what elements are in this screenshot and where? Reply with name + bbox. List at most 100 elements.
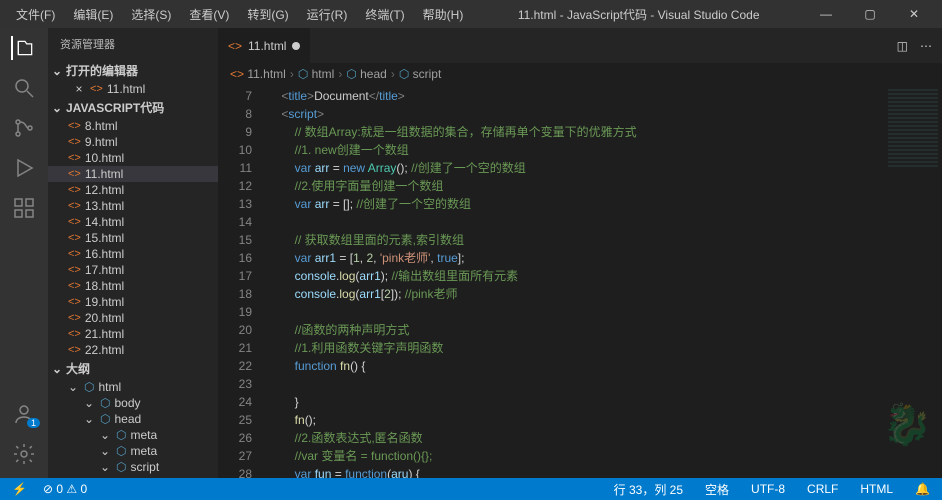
file-item[interactable]: <>17.html: [48, 262, 218, 278]
menu-item[interactable]: 转到(G): [239, 2, 296, 27]
eol-status[interactable]: CRLF: [803, 482, 842, 496]
cursor-position[interactable]: 行 33，列 25: [610, 481, 687, 498]
tab-label: 11.html: [248, 39, 286, 53]
outline-item[interactable]: ⌄⬡script: [48, 459, 218, 475]
html-file-icon: <>: [68, 296, 81, 308]
open-editors-header[interactable]: ⌄打开的编辑器: [48, 60, 218, 81]
menu-item[interactable]: 查看(V): [181, 2, 237, 27]
breadcrumb[interactable]: <> 11.html›⬡ html›⬡ head›⬡ script: [218, 63, 942, 85]
tag-icon: ⬡: [116, 444, 126, 458]
file-item[interactable]: <>15.html: [48, 230, 218, 246]
outline-item[interactable]: ⌄⬡body: [48, 395, 218, 411]
file-item[interactable]: <>21.html: [48, 326, 218, 342]
html-file-icon: <>: [68, 200, 81, 212]
menu-item[interactable]: 选择(S): [123, 2, 179, 27]
file-item[interactable]: <>22.html: [48, 342, 218, 358]
html-file-icon: <>: [68, 232, 81, 244]
account-icon[interactable]: [12, 402, 36, 426]
tag-icon: ⬡: [116, 428, 126, 442]
breadcrumb-icon: <>: [230, 67, 244, 81]
settings-gear-icon[interactable]: [12, 442, 36, 466]
tag-icon: ⬡: [84, 380, 94, 394]
breadcrumb-icon: ⬡: [298, 67, 308, 81]
outline-item[interactable]: ⌄⬡meta: [48, 427, 218, 443]
tag-icon: ⬡: [100, 396, 110, 410]
indentation-status[interactable]: 空格: [701, 481, 733, 498]
minimap[interactable]: [882, 85, 942, 478]
search-icon[interactable]: [12, 76, 36, 100]
menu-item[interactable]: 编辑(E): [65, 2, 121, 27]
html-file-icon: <>: [90, 83, 103, 95]
file-item[interactable]: <>13.html: [48, 198, 218, 214]
code-editor[interactable]: 7891011121314151617181920212223242526272…: [218, 85, 942, 478]
file-item[interactable]: <>8.html: [48, 118, 218, 134]
outline-item[interactable]: ⌄⬡meta: [48, 443, 218, 459]
activity-bar: [0, 28, 48, 478]
file-item[interactable]: <>12.html: [48, 182, 218, 198]
outline-item[interactable]: ⌄⬡html: [48, 379, 218, 395]
folder-header[interactable]: ⌄JAVASCRIPT代码: [48, 97, 218, 118]
problems-status[interactable]: ⊘ 0 ⚠ 0: [39, 482, 91, 496]
file-item[interactable]: <>19.html: [48, 294, 218, 310]
file-item[interactable]: <>16.html: [48, 246, 218, 262]
menu-item[interactable]: 运行(R): [299, 2, 356, 27]
notifications-icon[interactable]: 🔔: [911, 482, 934, 496]
tab-active[interactable]: <> 11.html: [218, 28, 311, 63]
extensions-icon[interactable]: [12, 196, 36, 220]
editor-area: <> 11.html ◫ ⋯ <> 11.html›⬡ html›⬡ head›…: [218, 28, 942, 478]
html-file-icon: <>: [68, 184, 81, 196]
more-actions-icon[interactable]: ⋯: [920, 39, 932, 53]
window-controls: — ▢ ✕: [806, 0, 934, 28]
main-menu: 文件(F)编辑(E)选择(S)查看(V)转到(G)运行(R)终端(T)帮助(H): [8, 2, 471, 27]
html-file-icon: <>: [68, 280, 81, 292]
explorer-sidebar: 资源管理器 ⌄打开的编辑器 ×<>11.html ⌄JAVASCRIPT代码 <…: [48, 28, 218, 478]
html-file-icon: <>: [68, 248, 81, 260]
run-debug-icon[interactable]: [12, 156, 36, 180]
status-bar: ⚡ ⊘ 0 ⚠ 0 行 33，列 25 空格 UTF-8 CRLF HTML 🔔: [0, 478, 942, 500]
file-item[interactable]: <>14.html: [48, 214, 218, 230]
breadcrumb-icon: ⬡: [346, 67, 356, 81]
html-file-icon: <>: [68, 328, 81, 340]
html-file-icon: <>: [68, 168, 81, 180]
timeline-header[interactable]: ›时间线: [48, 475, 218, 478]
outline-header[interactable]: ⌄大纲: [48, 358, 218, 379]
remote-icon[interactable]: ⚡: [8, 482, 31, 496]
html-file-icon: <>: [68, 152, 81, 164]
language-status[interactable]: HTML: [856, 482, 897, 496]
file-item[interactable]: <>18.html: [48, 278, 218, 294]
maximize-button[interactable]: ▢: [850, 0, 890, 28]
outline-item[interactable]: ⌄⬡head: [48, 411, 218, 427]
html-file-icon: <>: [68, 216, 81, 228]
menu-item[interactable]: 终端(T): [357, 2, 412, 27]
editor-tabs: <> 11.html ◫ ⋯: [218, 28, 942, 63]
menu-item[interactable]: 帮助(H): [415, 2, 472, 27]
breadcrumb-item[interactable]: <> 11.html: [230, 67, 286, 81]
tag-icon: ⬡: [116, 460, 126, 474]
dirty-indicator-icon: [292, 42, 300, 50]
file-item[interactable]: <>11.html: [48, 166, 218, 182]
explorer-icon[interactable]: [11, 36, 35, 60]
breadcrumb-item[interactable]: ⬡ html: [298, 67, 335, 81]
breadcrumb-item[interactable]: ⬡ script: [399, 67, 442, 81]
file-item[interactable]: <>10.html: [48, 150, 218, 166]
code-content[interactable]: <title>Document</title> <script> // 数组Ar…: [268, 85, 882, 478]
split-editor-icon[interactable]: ◫: [897, 39, 908, 53]
html-file-icon: <>: [68, 344, 81, 356]
breadcrumb-item[interactable]: ⬡ head: [346, 67, 387, 81]
minimize-button[interactable]: —: [806, 0, 846, 28]
html-file-icon: <>: [68, 312, 81, 324]
html-file-icon: <>: [68, 120, 81, 132]
menu-item[interactable]: 文件(F): [8, 2, 63, 27]
source-control-icon[interactable]: [12, 116, 36, 140]
html-file-icon: <>: [68, 264, 81, 276]
line-gutter: 7891011121314151617181920212223242526272…: [218, 85, 268, 478]
encoding-status[interactable]: UTF-8: [747, 482, 789, 496]
open-editor-item[interactable]: ×<>11.html: [48, 81, 218, 97]
html-file-icon: <>: [68, 136, 81, 148]
file-item[interactable]: <>20.html: [48, 310, 218, 326]
close-icon[interactable]: ×: [72, 82, 86, 96]
title-bar: 文件(F)编辑(E)选择(S)查看(V)转到(G)运行(R)终端(T)帮助(H)…: [0, 0, 942, 28]
html-file-icon: <>: [228, 39, 242, 53]
close-button[interactable]: ✕: [894, 0, 934, 28]
file-item[interactable]: <>9.html: [48, 134, 218, 150]
